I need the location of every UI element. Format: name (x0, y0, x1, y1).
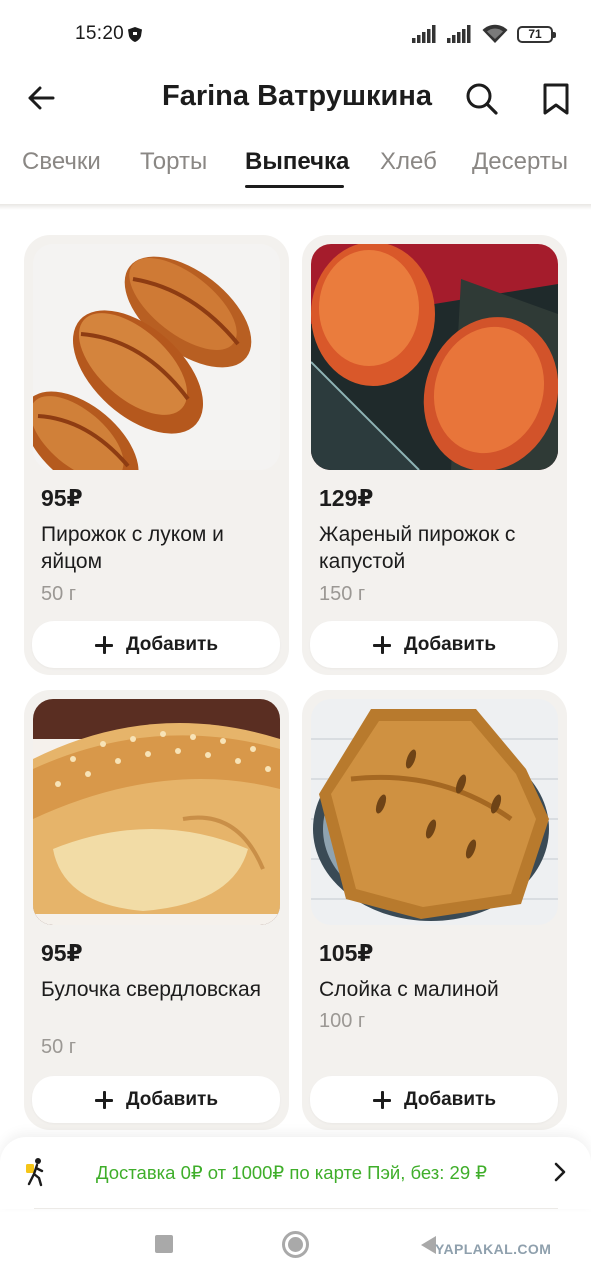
product-photo (33, 699, 280, 925)
tab-svechki[interactable]: Свечки (22, 148, 101, 176)
product-weight: 100 г (319, 1010, 366, 1032)
tab-vypechka[interactable]: Выпечка (245, 148, 349, 176)
search-button[interactable] (460, 77, 504, 121)
product-weight: 50 г (41, 583, 77, 605)
plus-icon (372, 1090, 392, 1110)
bun-photo (33, 699, 280, 925)
header: Farina Ватрушкина (0, 66, 591, 130)
recents-square-icon[interactable] (155, 1235, 173, 1253)
chevron-right-icon (554, 1162, 566, 1182)
add-button-label: Добавить (403, 1088, 497, 1110)
product-photo (311, 244, 558, 470)
product-weight: 150 г (319, 583, 366, 605)
product-weight: 50 г (41, 1036, 77, 1058)
product-photo (33, 244, 280, 470)
search-icon (466, 83, 498, 115)
wifi-icon (482, 24, 508, 43)
cellular-signal-icon-2 (447, 25, 471, 43)
product-price: 105₽ (319, 940, 374, 966)
product-card[interactable]: 95₽ Булочка свердловская 50 г Добавить (24, 690, 289, 1130)
add-button[interactable]: Добавить (32, 1076, 280, 1123)
status-indicators: 71 (412, 24, 556, 44)
pirozhki-photo (33, 244, 280, 470)
product-photo (311, 699, 558, 925)
product-name: Слойка с малиной (319, 978, 499, 1001)
puff-pastry-photo (311, 699, 558, 925)
tab-deserty[interactable]: Десерты (472, 148, 568, 176)
tabs-divider (0, 204, 591, 210)
add-button-label: Добавить (403, 633, 497, 655)
battery-icon: 71 (517, 25, 556, 43)
delivery-promo-text: Доставка 0₽ от 1000₽ по карте Пэй, без: … (96, 1162, 488, 1183)
plus-icon (94, 1090, 114, 1110)
product-card[interactable]: 129₽ Жареный пирожок с капустой 150 г До… (302, 235, 567, 675)
plus-icon (372, 635, 392, 655)
add-button[interactable]: Добавить (310, 1076, 558, 1123)
cellular-signal-icon (412, 25, 436, 43)
add-button-label: Добавить (125, 1088, 219, 1110)
product-price: 95₽ (41, 485, 83, 511)
product-price: 129₽ (319, 485, 374, 511)
product-name: Пирожок с луком и яйцом (41, 523, 224, 573)
product-card[interactable]: 95₽ Пирожок с луком и яйцом 50 г Добавит… (24, 235, 289, 675)
plus-icon (94, 635, 114, 655)
fried-pirozhki-photo (311, 244, 558, 470)
watermark: YAPLAKAL.COM (435, 1241, 552, 1257)
bookmark-button[interactable] (534, 77, 578, 121)
category-tabs: Свечки Торты Выпечка Хлеб Десерты (0, 138, 591, 200)
shield-notification-icon (128, 27, 142, 42)
product-name: Булочка свердловская (41, 978, 262, 1001)
add-button[interactable]: Добавить (32, 621, 280, 668)
store-title: Farina Ватрушкина (162, 80, 432, 112)
walking-courier-icon (26, 1158, 44, 1187)
add-button-label: Добавить (125, 633, 219, 655)
tab-torty[interactable]: Торты (140, 148, 207, 176)
status-time: 15:20 (75, 23, 125, 44)
delivery-info-bar[interactable]: Доставка 0₽ от 1000₽ по карте Пэй, без: … (0, 1137, 591, 1209)
tab-khleb[interactable]: Хлеб (380, 148, 437, 176)
back-button[interactable] (20, 79, 62, 117)
add-button[interactable]: Добавить (310, 621, 558, 668)
divider (34, 1208, 558, 1209)
bookmark-icon (543, 83, 569, 115)
status-bar: 15:20 71 (0, 0, 591, 66)
home-circle-icon[interactable] (282, 1231, 309, 1258)
product-card[interactable]: 105₽ Слойка с малиной 100 г Добавить (302, 690, 567, 1130)
arrow-left-icon (28, 86, 55, 110)
product-price: 95₽ (41, 940, 83, 966)
product-name: Жареный пирожок с капустой (319, 523, 516, 573)
system-nav-bar: YAPLAKAL.COM (0, 1212, 591, 1280)
active-tab-indicator (245, 185, 344, 188)
